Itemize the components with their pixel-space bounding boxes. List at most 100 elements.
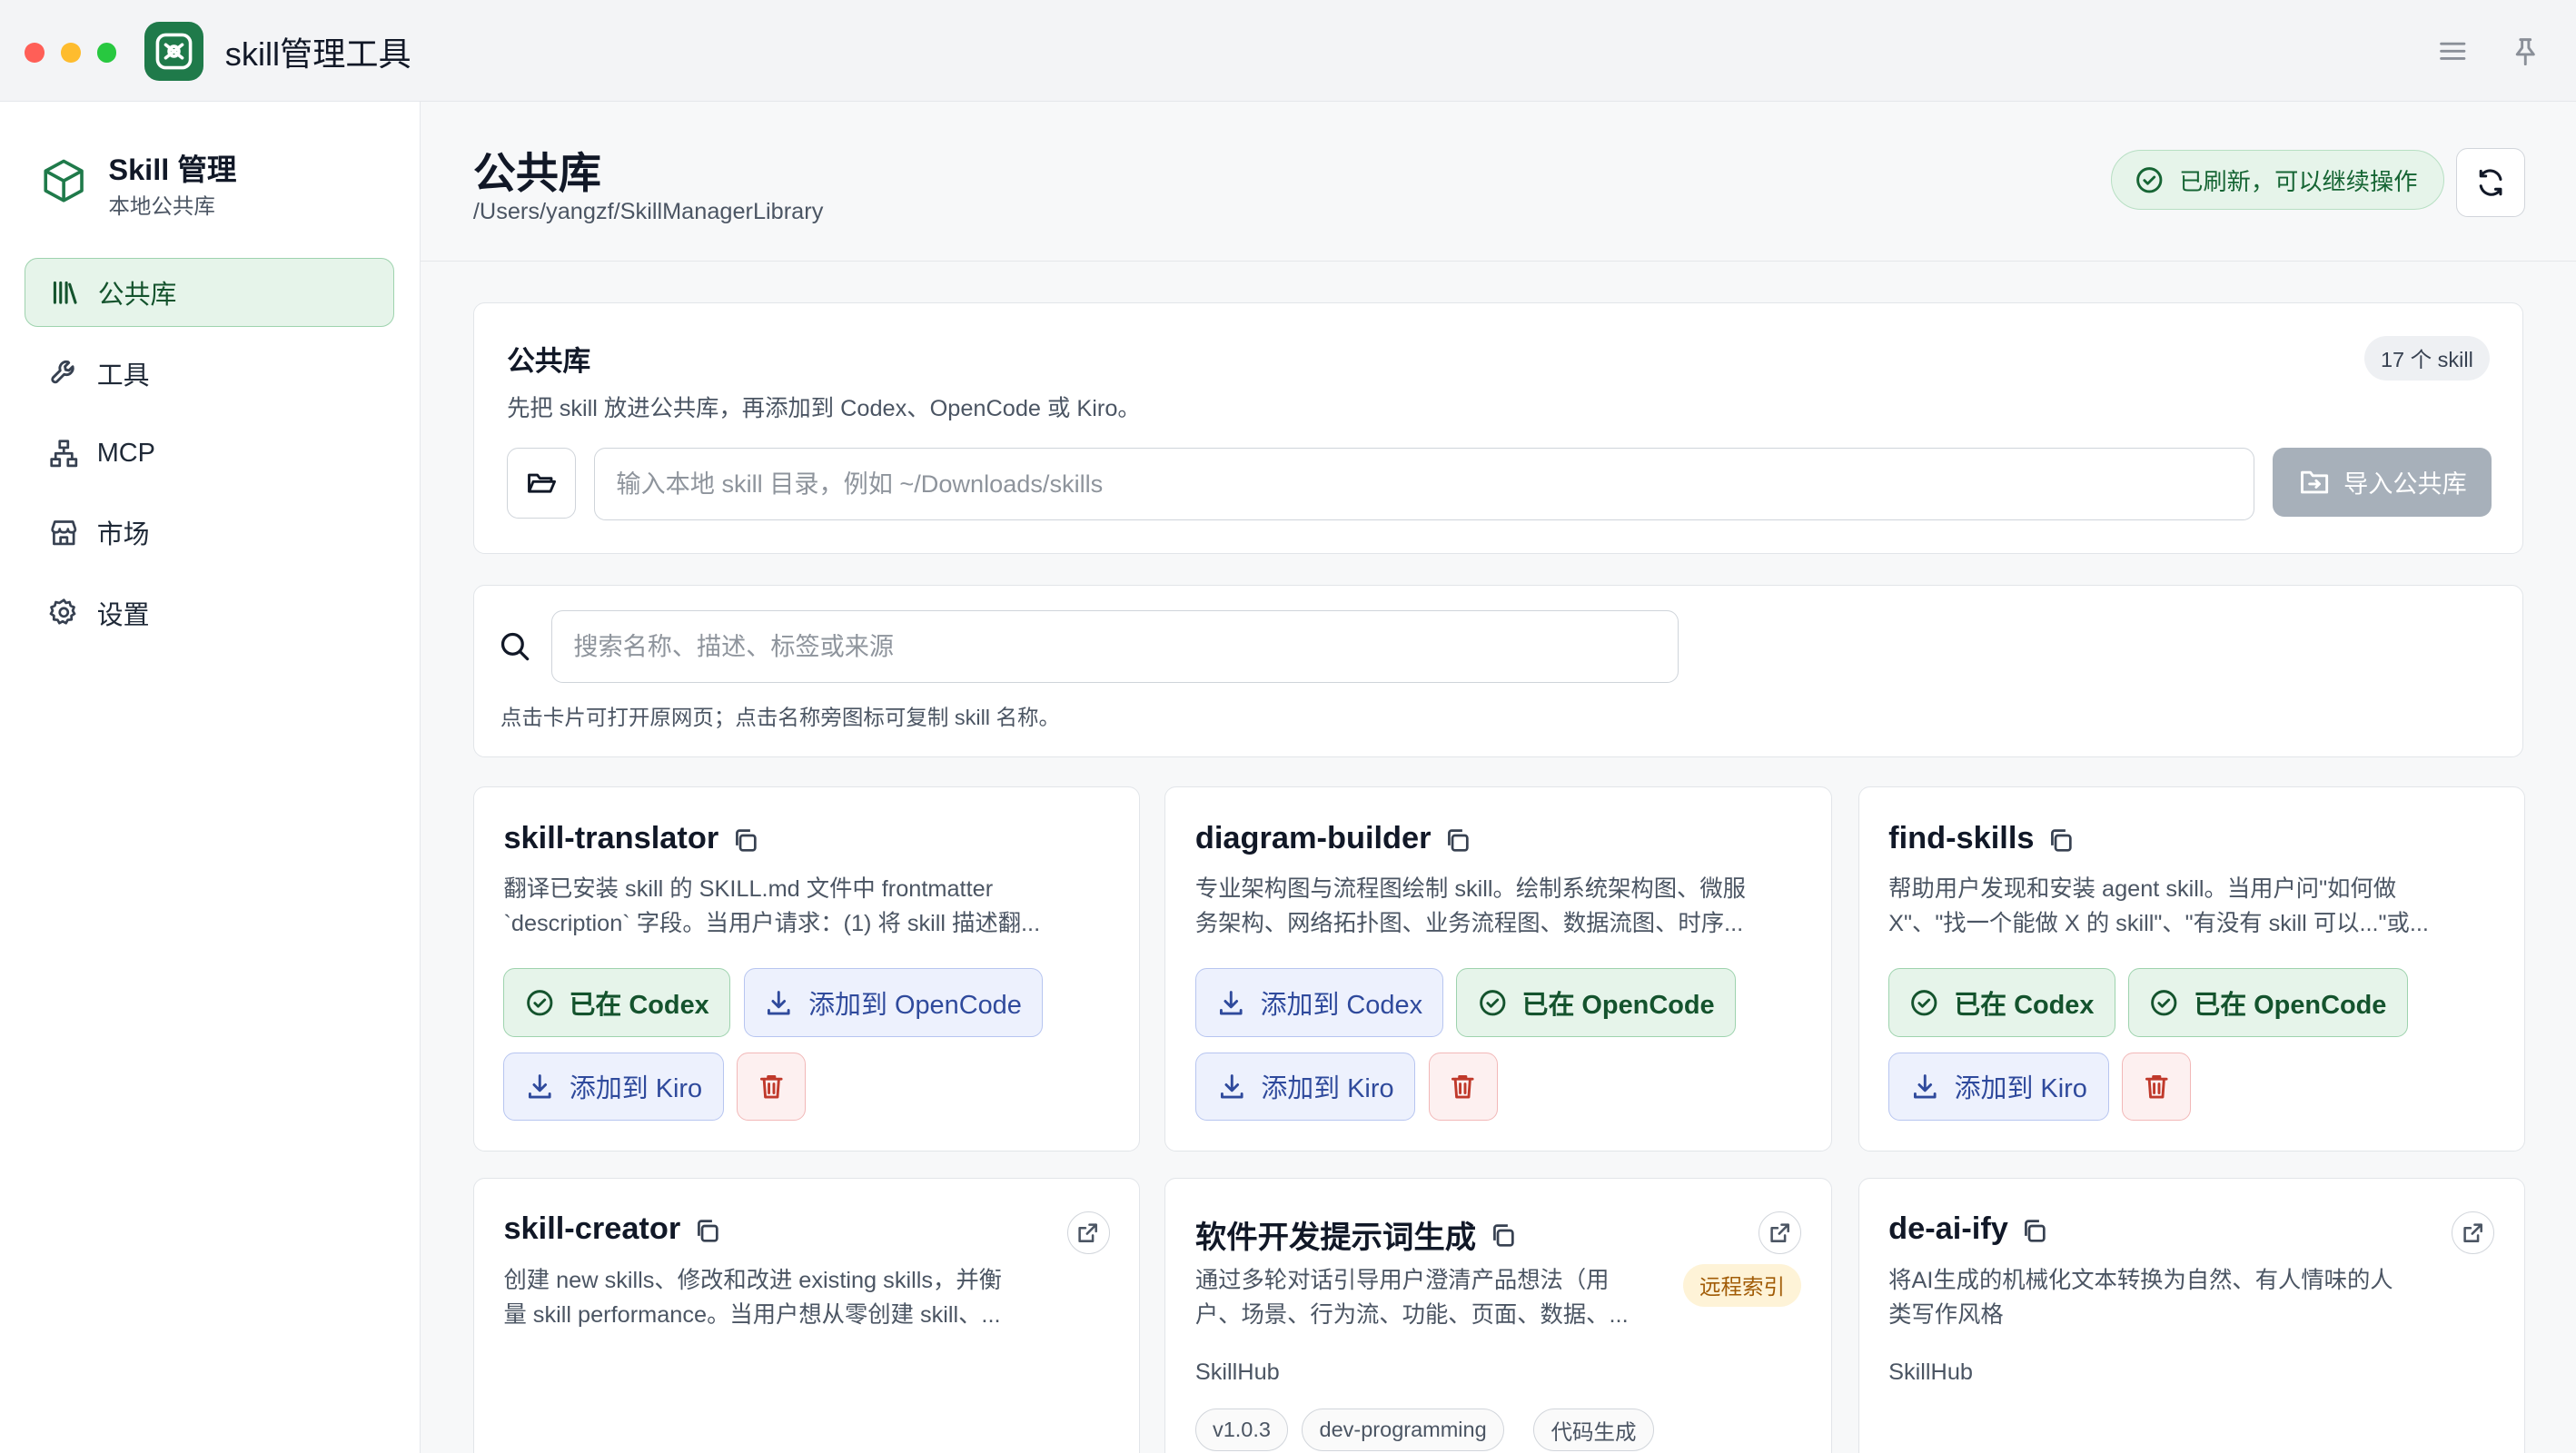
add-to-kiro-button[interactable]: 添加到 Kiro [503, 1052, 724, 1122]
external-link-icon [1076, 1221, 1099, 1244]
sidebar-item-label: 公共库 [97, 280, 177, 310]
sidebar-item-label: 市场 [96, 519, 150, 549]
import-panel-title: 公共库 [507, 344, 591, 377]
installed-opencode-button[interactable]: 已在 OpenCode [1456, 968, 1736, 1038]
description-line: X"、"找一个能做 X 的 skill"、"有没有 skill 可以..."或.… [1888, 911, 2429, 937]
check-circle-icon [525, 988, 555, 1018]
external-link-button[interactable] [1066, 1211, 1110, 1254]
skill-source: SkillHub [1194, 1359, 1280, 1385]
description-line: `description` 字段。当用户请求：(1) 将 skill 描述翻..… [503, 911, 1041, 937]
remote-index-badge: 远程索引 [1682, 1263, 1802, 1307]
close-window-button[interactable] [25, 43, 45, 63]
skill-description: 将AI生成的机械化文本转换为自然、有人情味的人 类写作风格 [1888, 1264, 2480, 1333]
add-to-kiro-button[interactable]: 添加到 Kiro [1888, 1052, 2109, 1122]
app-window: skill管理工具 Skill 管理 本地公共库 公共库 工具 MCP 市场 设… [0, 0, 2576, 1453]
copy-icon[interactable] [2021, 1218, 2051, 1248]
sidebar-item-mcp[interactable]: MCP [25, 419, 394, 488]
skill-tag: v1.0.3 [1194, 1409, 1289, 1452]
installed-opencode-button[interactable]: 已在 OpenCode [2128, 968, 2408, 1038]
folder-open-icon [525, 467, 558, 499]
skill-description: 创建 new skills、修改和改进 existing skills，并衡 量… [503, 1264, 1095, 1333]
skill-name: de-ai-ify [1888, 1211, 2051, 1248]
delete-skill-button[interactable] [737, 1052, 807, 1122]
skill-card[interactable]: find-skills 帮助用户发现和安装 agent skill。当用户问"如… [1858, 786, 2525, 1152]
network-icon [47, 437, 80, 470]
skill-name: skill-translator [503, 821, 761, 857]
download-icon [1217, 1072, 1247, 1102]
button-label: 已在 OpenCode [2194, 991, 2387, 1021]
menu-icon[interactable] [2434, 33, 2471, 69]
download-icon [525, 1072, 555, 1102]
description-line: 专业架构图与流程图绘制 skill。绘制系统架构图、微服 [1194, 876, 1746, 903]
search-hint: 点击卡片可打开原网页；点击名称旁图标可复制 skill 名称。 [500, 706, 1061, 730]
choose-folder-button[interactable] [507, 447, 577, 519]
external-link-icon [1769, 1221, 1791, 1244]
sidebar-item-settings[interactable]: 设置 [25, 578, 394, 647]
import-panel-description: 先把 skill 放进公共库，再添加到 Codex、OpenCode 或 Kir… [507, 395, 1141, 421]
delete-skill-button[interactable] [1428, 1052, 1498, 1122]
import-library-button[interactable]: 导入公共库 [2273, 447, 2492, 517]
check-circle-icon [2135, 165, 2165, 195]
store-icon [47, 516, 80, 549]
status-text: 已刷新，可以继续操作 [2179, 168, 2418, 196]
installed-codex-button[interactable]: 已在 Codex [1888, 968, 2115, 1038]
skill-card[interactable]: skill-translator 翻译已安装 skill 的 SKILL.md … [472, 786, 1141, 1152]
skill-card[interactable]: de-ai-ify 将AI生成的机械化文本转换为自然、有人情味的人 类写作风格 … [1858, 1177, 2525, 1453]
download-icon [1216, 988, 1246, 1018]
copy-icon[interactable] [2047, 827, 2077, 857]
search-input[interactable] [550, 609, 1679, 683]
brand-title: Skill 管理 [108, 153, 237, 186]
gear-icon [47, 597, 80, 629]
page-title: 公共库 [472, 148, 601, 197]
external-link-button[interactable] [2452, 1211, 2495, 1254]
brand-subtitle: 本地公共库 [108, 193, 215, 218]
description-line: 量 skill performance。当用户想从零创建 skill、... [503, 1301, 1001, 1328]
zoom-window-button[interactable] [96, 43, 117, 63]
trash-icon [1448, 1072, 1478, 1102]
button-label: 添加到 Kiro [569, 1074, 703, 1104]
skill-card[interactable]: skill-creator 创建 new skills、修改和改进 existi… [472, 1177, 1141, 1453]
trash-icon [2142, 1072, 2172, 1102]
status-badge: 已刷新，可以继续操作 [2111, 149, 2445, 211]
check-circle-icon [1909, 988, 1939, 1018]
skill-name: skill-creator [503, 1211, 723, 1248]
copy-icon[interactable] [694, 1218, 724, 1248]
folder-import-icon [2298, 466, 2331, 499]
refresh-button[interactable] [2455, 147, 2525, 217]
sidebar-item-library[interactable]: 公共库 [25, 257, 395, 327]
sidebar-item-label: MCP [96, 438, 155, 468]
installed-codex-button[interactable]: 已在 Codex [503, 968, 731, 1038]
window-title: skill管理工具 [224, 35, 411, 73]
library-icon [48, 276, 81, 309]
add-to-kiro-button[interactable]: 添加到 Kiro [1194, 1052, 1416, 1122]
delete-skill-button[interactable] [2121, 1052, 2191, 1122]
skill-tag: dev-programming [1302, 1409, 1504, 1452]
skill-name: diagram-builder [1195, 821, 1474, 857]
import-panel: 公共库 先把 skill 放进公共库，再添加到 Codex、OpenCode 或… [472, 301, 2524, 554]
skill-name-text: de-ai-ify [1888, 1211, 2008, 1247]
sidebar-item-market[interactable]: 市场 [25, 498, 394, 567]
page-header: 公共库 /Users/yangzf/SkillManagerLibrary 已刷… [421, 102, 2576, 262]
copy-icon[interactable] [732, 827, 762, 857]
import-button-label: 导入公共库 [2343, 470, 2467, 499]
sidebar-item-tools[interactable]: 工具 [25, 339, 394, 408]
button-label: 添加到 OpenCode [808, 991, 1022, 1021]
external-link-icon [2462, 1221, 2484, 1244]
external-link-button[interactable] [1759, 1211, 1802, 1254]
pin-icon[interactable] [2507, 33, 2543, 69]
title-bar: skill管理工具 [0, 0, 2576, 103]
minimize-window-button[interactable] [60, 43, 81, 63]
copy-icon[interactable] [1444, 827, 1474, 857]
wrench-icon [47, 356, 80, 389]
copy-icon[interactable] [1490, 1222, 1520, 1252]
add-to-opencode-button[interactable]: 添加到 OpenCode [743, 968, 1043, 1038]
download-icon [1910, 1072, 1940, 1102]
skill-card[interactable]: diagram-builder 专业架构图与流程图绘制 skill。绘制系统架构… [1164, 786, 1832, 1152]
skill-directory-input[interactable] [593, 447, 2255, 520]
library-path: /Users/yangzf/SkillManagerLibrary [472, 198, 824, 224]
skill-card[interactable]: 软件开发提示词生成 远程索引 通过多轮对话引导用户澄清产品想法（用 户、场景、行… [1164, 1177, 1832, 1453]
description-line: 户、场景、行为流、功能、页面、数据、... [1194, 1301, 1629, 1328]
add-to-codex-button[interactable]: 添加到 Codex [1194, 968, 1443, 1038]
description-line: 务架构、网络拓扑图、业务流程图、数据流图、时序... [1194, 911, 1744, 937]
skill-name: 软件开发提示词生成 [1195, 1211, 1519, 1257]
